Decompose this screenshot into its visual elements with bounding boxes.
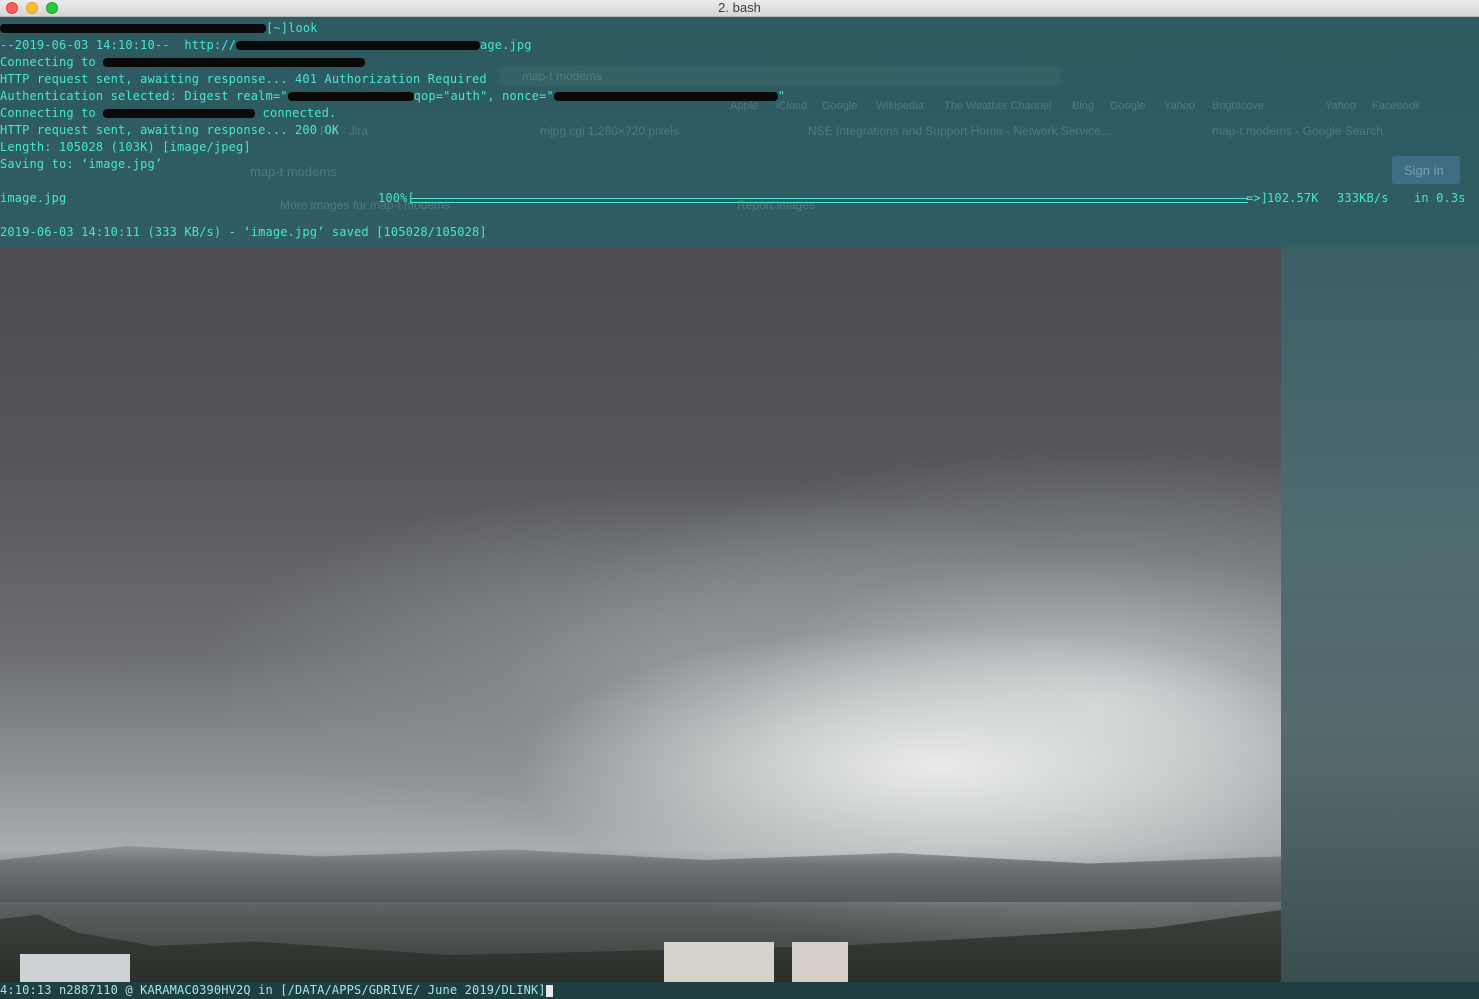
auth-middle: qop="auth", nonce=": [413, 89, 554, 103]
prompt-line: 4:10:13 n2887110 @ KARAMAC0390HV2Q in [/…: [0, 982, 553, 999]
terminal-line-http-200: HTTP request sent, awaiting response... …: [0, 123, 340, 137]
terminal-line-length: Length: 105028 (103K) [image/jpeg]: [0, 140, 251, 154]
auth-suffix: ": [777, 89, 786, 103]
text-cursor: [545, 984, 553, 997]
distant-mountains: [0, 846, 1281, 902]
window-title: 2. bash: [718, 0, 761, 15]
redacted-nonce: [553, 92, 778, 101]
terminal-line-connecting-1: Connecting to: [0, 54, 366, 71]
window-titlebar: 2. bash: [0, 0, 1479, 17]
connecting-label-1: Connecting to: [0, 55, 104, 69]
ghost-bookmark-5: The Weather Channel: [944, 100, 1052, 112]
ghost-bookmark-8: Yahoo: [1164, 100, 1195, 112]
connected-label: connected.: [255, 106, 337, 120]
ghost-tab-4: map-t modems - Google Search: [1212, 124, 1383, 138]
auth-prefix: Authentication selected: Digest realm=": [0, 89, 288, 103]
ghost-search-text: map-t modems: [250, 164, 337, 179]
connecting-label-2: Connecting to: [0, 106, 104, 120]
terminal-line-saving: Saving to: ‘image.jpg’: [0, 157, 163, 171]
terminal-line-http-401: HTTP request sent, awaiting response... …: [0, 72, 487, 86]
ghost-bookmark-4: Wikipedia: [876, 100, 924, 112]
terminal-line-url: --2019-06-03 14:10:10-- http:// age.jpg: [0, 37, 532, 54]
ghost-tab-3: NSE Integrations and Support Home - Netw…: [808, 124, 1111, 138]
building-left: [664, 942, 774, 982]
building-far-left: [20, 954, 130, 982]
redacted-url: [236, 41, 480, 50]
url-prefix: --2019-06-03 14:10:10-- http://: [0, 38, 236, 52]
redacted-host-2: [103, 109, 256, 118]
terminal-line-command: [~]look: [0, 20, 318, 37]
command-text: [~]look: [266, 21, 318, 35]
building-right: [792, 942, 848, 982]
progress-rate: 333KB/s: [1337, 191, 1389, 205]
city-skyline: [0, 910, 1281, 982]
ghost-bookmark-10: Yahoo: [1325, 100, 1356, 112]
url-suffix: age.jpg: [480, 38, 532, 52]
ghost-bookmark-6: Bing: [1072, 100, 1095, 112]
progress-time: in 0.3s: [1414, 191, 1466, 205]
terminal-line-saved: 2019-06-03 14:10:11 (333 KB/s) - ‘image.…: [0, 225, 487, 239]
shell-prompt[interactable]: 4:10:13 n2887110 @ KARAMAC0390HV2Q in [/…: [0, 982, 1479, 999]
progress-filename: image.jpg: [0, 191, 67, 205]
camera-sky-image: [0, 247, 1281, 982]
redacted-host-1: [103, 58, 366, 67]
redacted-prompt: [0, 24, 266, 33]
ghost-sign-in-label: Sign in: [1404, 163, 1444, 178]
ghost-bookmark-11: Facebook: [1372, 100, 1421, 112]
progress-size: 102.57K: [1267, 191, 1319, 205]
terminal-line-connecting-2: Connecting to connected.: [0, 105, 336, 122]
ghost-bookmark-7: Google: [1110, 100, 1146, 112]
terminal-line-auth: Authentication selected: Digest realm=" q…: [0, 88, 785, 105]
ghost-bookmark-9: Brightcove: [1212, 100, 1264, 112]
background-window-edge: [1281, 247, 1479, 982]
progress-bar: [410, 198, 1248, 203]
progress-arrow-end: =>]: [1246, 191, 1269, 205]
ghost-address-text: map-t modems: [522, 69, 603, 83]
prompt-text: 4:10:13 n2887110 @ KARAMAC0390HV2Q in [/…: [0, 983, 546, 997]
ghost-tab-2: mjpg.cgi 1,280×720 pixels: [540, 124, 680, 138]
redacted-realm: [287, 92, 414, 101]
ghost-bookmark-3: Google: [822, 100, 858, 112]
